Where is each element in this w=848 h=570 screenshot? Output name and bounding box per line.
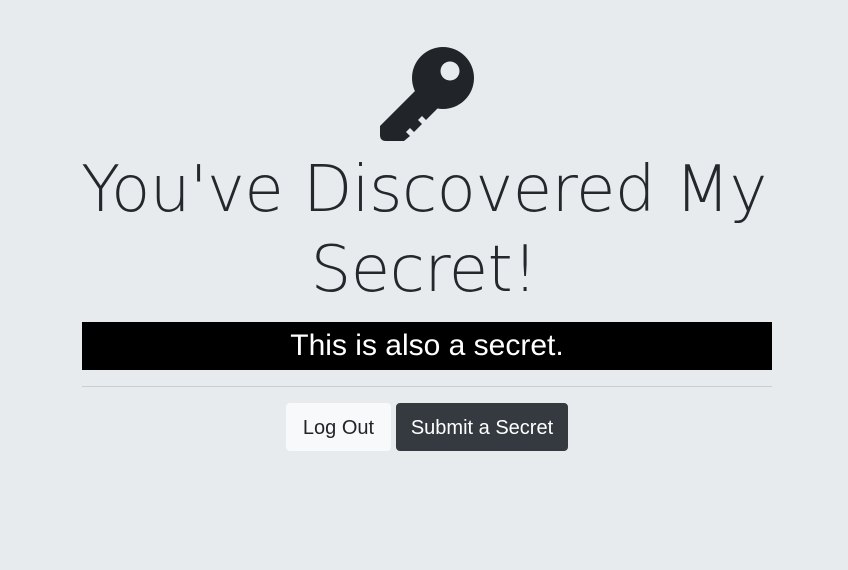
key-icon <box>378 44 476 142</box>
secret-text: This is also a secret. <box>82 322 772 370</box>
divider <box>82 386 772 387</box>
page-title: You've Discovered My Secret! <box>81 153 767 307</box>
page: You've Discovered My Secret! This is als… <box>0 0 848 570</box>
submit-secret-button[interactable]: Submit a Secret <box>396 403 568 451</box>
logout-button[interactable]: Log Out <box>286 403 391 451</box>
